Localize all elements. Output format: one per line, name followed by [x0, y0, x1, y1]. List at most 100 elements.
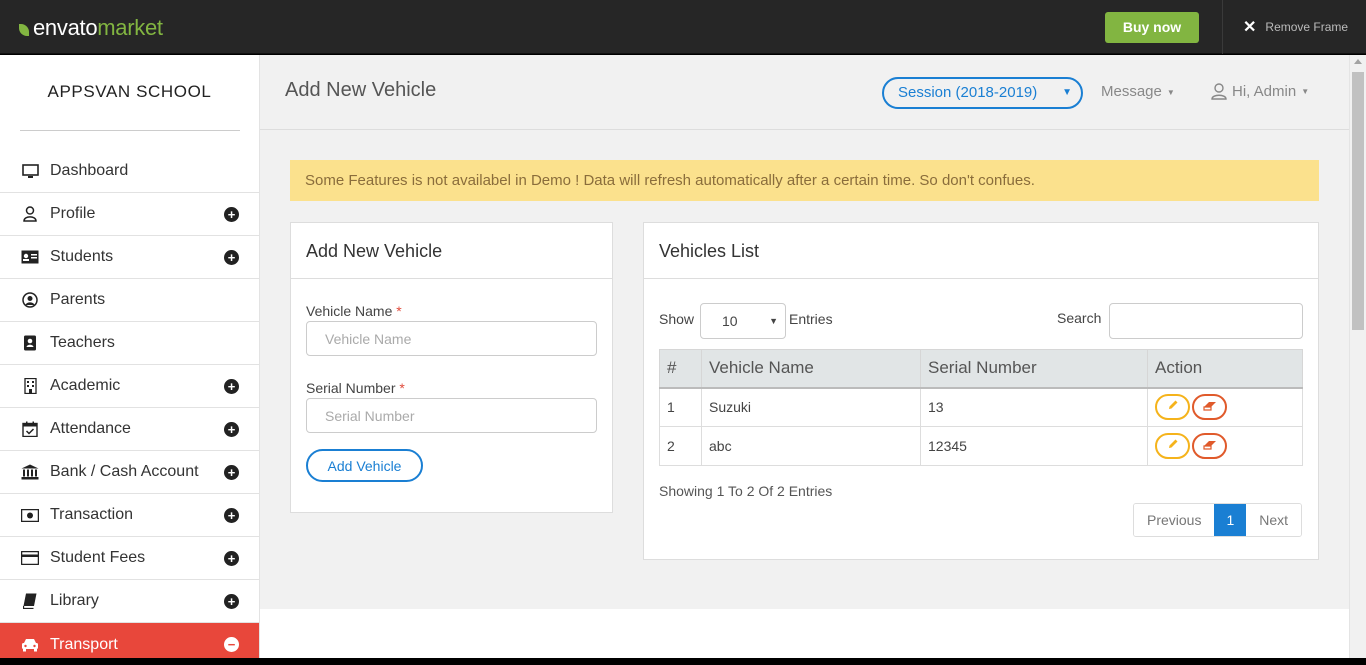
- sidebar-item-students[interactable]: Students +: [0, 236, 259, 279]
- plus-circle-icon[interactable]: +: [224, 508, 239, 523]
- edit-button[interactable]: [1155, 433, 1190, 459]
- eraser-icon: [1202, 441, 1216, 450]
- remove-frame-label: Remove Frame: [1265, 20, 1349, 34]
- sidebar-item-dashboard[interactable]: Dashboard: [0, 150, 259, 193]
- pencil-icon: [1168, 400, 1177, 410]
- sidebar-item-parents[interactable]: Parents: [0, 279, 259, 322]
- user-icon: [1211, 83, 1227, 100]
- user-menu[interactable]: Hi, Admin ▼: [1211, 83, 1309, 100]
- envato-market-logo[interactable]: envato market: [19, 15, 163, 41]
- credit-card-icon: [21, 549, 39, 567]
- sidebar-item-academic[interactable]: Academic +: [0, 365, 259, 408]
- vehicle-name-cell: Suzuki: [701, 387, 921, 427]
- sidebar-nav: Dashboard Profile + Students + Parents Teacher…: [0, 150, 259, 658]
- sidebar-item-library[interactable]: Library +: [0, 580, 259, 623]
- sidebar-item-label: Bank / Cash Account: [50, 463, 199, 480]
- scrollbar-thumb[interactable]: [1352, 72, 1364, 330]
- sidebar-item-teachers[interactable]: Teachers: [0, 322, 259, 365]
- caret-down-icon: ▼: [1166, 87, 1175, 97]
- sidebar-item-transaction[interactable]: Transaction +: [0, 494, 259, 537]
- sidebar-item-transport[interactable]: Transport −: [0, 623, 259, 658]
- column-header-number[interactable]: #: [659, 349, 702, 389]
- page-scrollbar[interactable]: [1349, 55, 1366, 658]
- delete-button[interactable]: [1192, 394, 1227, 421]
- serial-number-cell: 13: [920, 387, 1148, 427]
- add-vehicle-button[interactable]: Add Vehicle: [306, 449, 423, 482]
- message-dropdown[interactable]: Message ▼: [1101, 83, 1175, 100]
- sidebar-divider: [20, 130, 240, 131]
- building-icon: [21, 377, 39, 395]
- plus-circle-icon[interactable]: +: [224, 594, 239, 609]
- sidebar-item-bank-cash-account[interactable]: Bank / Cash Account +: [0, 451, 259, 494]
- session-value: Session (2018-2019): [898, 84, 1038, 101]
- sidebar-item-label: Dashboard: [50, 162, 129, 179]
- page-length-value: 10: [722, 313, 738, 329]
- delete-button[interactable]: [1192, 433, 1227, 459]
- row-number: 1: [659, 387, 702, 427]
- minus-circle-icon[interactable]: −: [224, 637, 239, 652]
- close-icon: ✕: [1243, 19, 1257, 36]
- eraser-icon: [1202, 402, 1216, 411]
- vehicle-name-input[interactable]: [306, 321, 597, 356]
- table-row: 2 abc 12345: [659, 426, 1303, 466]
- footer-area: [260, 609, 1349, 658]
- table-row: 1 Suzuki 13: [659, 387, 1303, 427]
- buy-now-button[interactable]: Buy now: [1105, 12, 1199, 43]
- money-bill-icon: [21, 506, 39, 524]
- sidebar-item-label: Attendance: [50, 420, 131, 437]
- contact-book-icon: [21, 334, 39, 352]
- page-1-button[interactable]: 1: [1214, 504, 1247, 536]
- message-label: Message: [1101, 83, 1162, 100]
- edit-button[interactable]: [1155, 394, 1190, 421]
- vehicles-list-heading: Vehicles List: [644, 223, 1318, 279]
- sidebar-item-student-fees[interactable]: Student Fees +: [0, 537, 259, 580]
- user-greeting: Hi, Admin: [1232, 83, 1297, 100]
- session-select[interactable]: Session (2018-2019) ▼: [882, 77, 1083, 109]
- bank-icon: [21, 463, 39, 481]
- vehicles-table: # Vehicle Name Serial Number Action 1 Suz…: [659, 349, 1303, 466]
- envato-topbar: envato market Buy now ✕ Remove Frame: [0, 0, 1366, 54]
- next-page-button[interactable]: Next: [1246, 504, 1302, 536]
- plus-circle-icon[interactable]: +: [224, 422, 239, 437]
- vehicle-name-label-text: Vehicle Name: [306, 303, 393, 319]
- previous-page-button[interactable]: Previous: [1134, 504, 1215, 536]
- sidebar-item-attendance[interactable]: Attendance +: [0, 408, 259, 451]
- serial-number-input[interactable]: [306, 398, 597, 433]
- sidebar-item-profile[interactable]: Profile +: [0, 193, 259, 236]
- plus-circle-icon[interactable]: +: [224, 465, 239, 480]
- vehicles-list-panel: Vehicles List Show 10 ▼ Entries Search #…: [643, 222, 1319, 560]
- row-number: 2: [659, 426, 702, 466]
- book-icon: [21, 592, 39, 610]
- action-cell: [1147, 387, 1303, 427]
- serial-number-cell: 12345: [920, 426, 1148, 466]
- plus-circle-icon[interactable]: +: [224, 250, 239, 265]
- plus-circle-icon[interactable]: +: [224, 379, 239, 394]
- main-content: Add New Vehicle Session (2018-2019) ▼ Me…: [260, 55, 1349, 658]
- chevron-down-icon: ▼: [1062, 87, 1072, 98]
- scroll-up-icon[interactable]: [1354, 59, 1362, 64]
- table-header-row: # Vehicle Name Serial Number Action: [659, 349, 1303, 389]
- column-header-action[interactable]: Action: [1147, 349, 1303, 389]
- pagination: Previous 1 Next: [1133, 503, 1303, 537]
- add-vehicle-heading: Add New Vehicle: [291, 223, 612, 279]
- caret-down-icon: ▼: [1301, 87, 1310, 96]
- plus-circle-icon[interactable]: +: [224, 207, 239, 222]
- leaf-icon: [19, 23, 29, 36]
- serial-number-label-text: Serial Number: [306, 380, 396, 396]
- page-length-select[interactable]: 10 ▼: [700, 303, 786, 339]
- search-label: Search: [1057, 310, 1102, 326]
- calendar-check-icon: [21, 420, 39, 438]
- user-icon: [21, 205, 39, 223]
- search-input[interactable]: [1109, 303, 1303, 339]
- sidebar-item-label: Transaction: [50, 506, 133, 523]
- car-icon: [21, 636, 39, 654]
- show-label: Show: [659, 311, 695, 327]
- remove-frame-button[interactable]: ✕ Remove Frame: [1222, 0, 1366, 54]
- required-mark: *: [399, 380, 405, 396]
- plus-circle-icon[interactable]: +: [224, 551, 239, 566]
- page-header: Add New Vehicle Session (2018-2019) ▼ Me…: [260, 55, 1349, 130]
- entries-label: Entries: [789, 311, 833, 327]
- sidebar-item-label: Profile: [50, 205, 96, 222]
- column-header-serial-number[interactable]: Serial Number: [920, 349, 1148, 389]
- column-header-vehicle-name[interactable]: Vehicle Name: [701, 349, 921, 389]
